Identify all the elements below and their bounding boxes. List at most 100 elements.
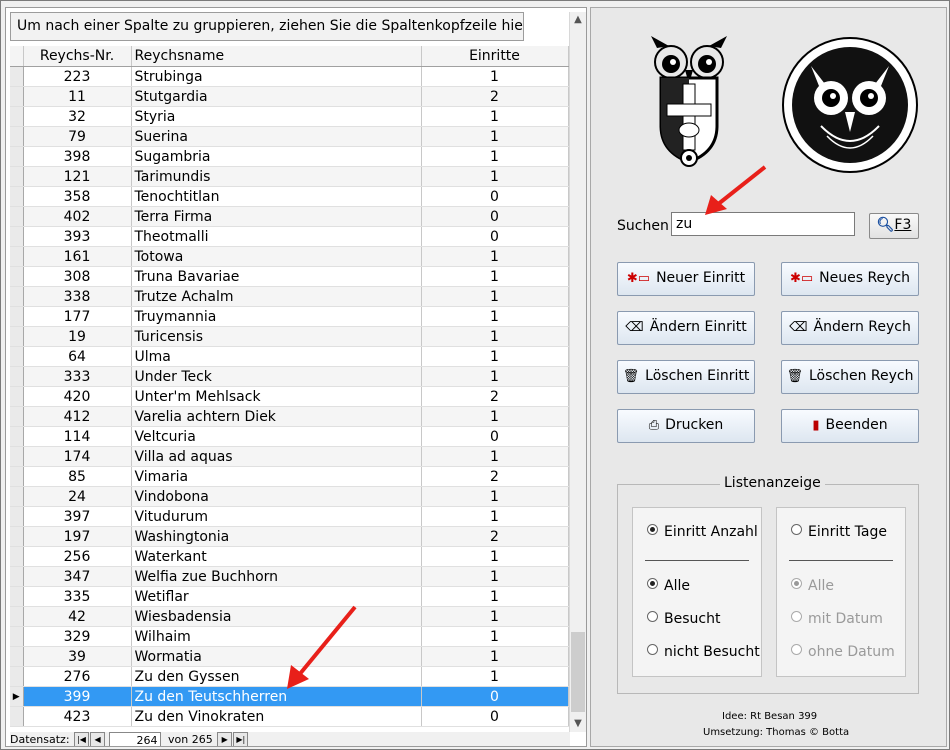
cell-reychs-nr[interactable]: 412 [23, 406, 132, 427]
row-selector[interactable] [10, 326, 24, 347]
cell-reychsname[interactable]: Tenochtitlan [131, 186, 422, 207]
table-row[interactable]: 223 Strubinga 1 [10, 66, 569, 87]
cell-reychs-nr[interactable]: 197 [23, 526, 132, 547]
row-selector[interactable] [10, 646, 24, 667]
cell-einritte[interactable]: 1 [421, 626, 569, 647]
cell-reychs-nr[interactable]: 174 [23, 446, 132, 467]
row-selector[interactable] [10, 206, 24, 227]
aendern-einritt-button[interactable]: ⌫ Ändern Einritt [617, 311, 755, 345]
row-selector[interactable] [10, 266, 24, 287]
cell-reychs-nr[interactable]: 256 [23, 546, 132, 567]
table-row[interactable]: 333 Under Teck 1 [10, 366, 569, 387]
cell-reychs-nr[interactable]: 85 [23, 466, 132, 487]
cell-reychsname[interactable]: Styria [131, 106, 422, 127]
cell-einritte[interactable]: 1 [421, 66, 569, 87]
cell-reychsname[interactable]: Wiesbadensia [131, 606, 422, 627]
cell-einritte[interactable]: 1 [421, 266, 569, 287]
cell-reychsname[interactable]: Tarimundis [131, 166, 422, 187]
cell-einritte[interactable]: 0 [421, 206, 569, 227]
cell-einritte[interactable]: 1 [421, 306, 569, 327]
cell-reychsname[interactable]: Zu den Vinokraten [131, 706, 422, 727]
table-row[interactable]: 412 Varelia achtern Diek 1 [10, 406, 569, 427]
cell-reychsname[interactable]: Truymannia [131, 306, 422, 327]
table-row[interactable]: 114 Veltcuria 0 [10, 426, 569, 447]
aendern-reych-button[interactable]: ⌫ Ändern Reych [781, 311, 919, 345]
drucken-button[interactable]: ⎙ Drucken [617, 409, 755, 443]
cell-reychs-nr[interactable]: 42 [23, 606, 132, 627]
beenden-button[interactable]: ▮ Beenden [781, 409, 919, 443]
cell-einritte[interactable]: 1 [421, 506, 569, 527]
cell-reychs-nr[interactable]: 338 [23, 286, 132, 307]
cell-reychsname[interactable]: Totowa [131, 246, 422, 267]
cell-reychsname[interactable]: Villa ad aquas [131, 446, 422, 467]
table-row[interactable]: 393 Theotmalli 0 [10, 226, 569, 247]
cell-einritte[interactable]: 2 [421, 386, 569, 407]
cell-reychs-nr[interactable]: 333 [23, 366, 132, 387]
table-row[interactable]: 85 Vimaria 2 [10, 466, 569, 487]
radio-einritt-anzahl[interactable]: Einritt Anzahl [647, 524, 758, 540]
neuer-einritt-button[interactable]: ✱▭ Neuer Einritt [617, 262, 755, 296]
table-row[interactable]: 256 Waterkant 1 [10, 546, 569, 567]
cell-reychs-nr[interactable]: 114 [23, 426, 132, 447]
cell-reychs-nr[interactable]: 329 [23, 626, 132, 647]
last-record-icon[interactable]: ▶| [233, 732, 249, 746]
cell-einritte[interactable]: 0 [421, 686, 569, 707]
radio-nicht-besucht[interactable]: nicht Besucht [647, 644, 760, 660]
cell-reychsname[interactable]: Sugambria [131, 146, 422, 167]
cell-reychsname[interactable]: Truna Bavariae [131, 266, 422, 287]
row-selector[interactable] [10, 86, 24, 107]
cell-reychs-nr[interactable]: 423 [23, 706, 132, 727]
cell-einritte[interactable]: 1 [421, 486, 569, 507]
cell-einritte[interactable]: 1 [421, 586, 569, 607]
column-header-reychs-nr[interactable]: Reychs-Nr. [23, 46, 132, 67]
row-selector[interactable] [10, 666, 24, 687]
table-row[interactable]: 121 Tarimundis 1 [10, 166, 569, 187]
cell-reychs-nr[interactable]: 358 [23, 186, 132, 207]
cell-reychs-nr[interactable]: 308 [23, 266, 132, 287]
table-row[interactable]: 32 Styria 1 [10, 106, 569, 127]
column-header-einritte[interactable]: Einritte [421, 46, 569, 67]
cell-reychs-nr[interactable]: 399 [23, 686, 132, 707]
row-selector[interactable] [10, 586, 24, 607]
row-selector[interactable] [10, 446, 24, 467]
cell-einritte[interactable]: 1 [421, 566, 569, 587]
radio-besucht[interactable]: Besucht [647, 611, 720, 627]
cell-reychsname[interactable]: Veltcuria [131, 426, 422, 447]
cell-einritte[interactable]: 1 [421, 326, 569, 347]
cell-einritte[interactable]: 1 [421, 286, 569, 307]
row-selector[interactable] [10, 306, 24, 327]
cell-reychs-nr[interactable]: 177 [23, 306, 132, 327]
cell-reychs-nr[interactable]: 397 [23, 506, 132, 527]
group-by-bar[interactable]: Um nach einer Spalte zu gruppieren, zieh… [10, 12, 524, 41]
cell-reychsname[interactable]: Strubinga [131, 66, 422, 87]
column-header-reychsname[interactable]: Reychsname [131, 46, 422, 67]
cell-einritte[interactable]: 2 [421, 86, 569, 107]
cell-einritte[interactable]: 0 [421, 706, 569, 727]
cell-reychs-nr[interactable]: 276 [23, 666, 132, 687]
row-selector[interactable] [10, 286, 24, 307]
cell-reychsname[interactable]: Stutgardia [131, 86, 422, 107]
table-row[interactable]: 11 Stutgardia 2 [10, 86, 569, 107]
cell-einritte[interactable]: 1 [421, 406, 569, 427]
cell-einritte[interactable]: 1 [421, 606, 569, 627]
cell-reychs-nr[interactable]: 64 [23, 346, 132, 367]
row-selector[interactable] [10, 606, 24, 627]
cell-reychsname[interactable]: Wormatia [131, 646, 422, 667]
cell-einritte[interactable]: 1 [421, 366, 569, 387]
cell-reychsname[interactable]: Ulma [131, 346, 422, 367]
row-selector[interactable] [10, 626, 24, 647]
cell-reychsname[interactable]: Varelia achtern Diek [131, 406, 422, 427]
row-selector[interactable] [10, 226, 24, 247]
table-row[interactable]: 19 Turicensis 1 [10, 326, 569, 347]
table-row[interactable]: 24 Vindobona 1 [10, 486, 569, 507]
cell-reychs-nr[interactable]: 402 [23, 206, 132, 227]
cell-einritte[interactable]: 1 [421, 646, 569, 667]
table-row[interactable]: 308 Truna Bavariae 1 [10, 266, 569, 287]
row-selector[interactable] [10, 126, 24, 147]
cell-reychsname[interactable]: Turicensis [131, 326, 422, 347]
cell-einritte[interactable]: 0 [421, 426, 569, 447]
table-row[interactable]: 358 Tenochtitlan 0 [10, 186, 569, 207]
radio-einritt-tage[interactable]: Einritt Tage [791, 524, 887, 540]
first-record-icon[interactable]: |◀ [74, 732, 90, 746]
row-selector[interactable] [10, 506, 24, 527]
